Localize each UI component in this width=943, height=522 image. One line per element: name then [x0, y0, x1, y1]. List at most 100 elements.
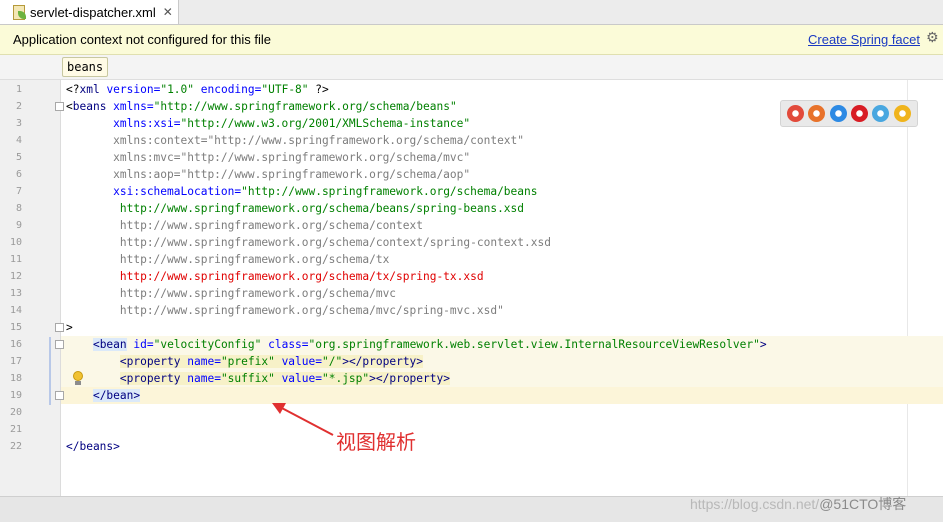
- code-line[interactable]: 11 http://www.springframework.org/schema…: [0, 251, 943, 268]
- breadcrumb: beans: [0, 55, 943, 80]
- code-text: <property name="prefix" value="/"></prop…: [66, 353, 424, 370]
- code-token: "http://www.springframework.org/schema/b…: [241, 185, 538, 198]
- lightbulb-icon[interactable]: [72, 371, 84, 386]
- line-number: 17: [9, 356, 22, 367]
- code-token: name=: [180, 355, 221, 368]
- code-line[interactable]: 9 http://www.springframework.org/schema/…: [0, 217, 943, 234]
- code-token: value=: [274, 372, 322, 385]
- fold-marker-icon[interactable]: [55, 340, 64, 349]
- chrome-canary-icon[interactable]: [893, 105, 911, 122]
- line-number: 2: [15, 101, 22, 112]
- code-text: <bean id="velocityConfig" class="org.spr…: [66, 336, 767, 353]
- code-token: xmlns:mvc="http://www.springframework.or…: [66, 151, 471, 164]
- breadcrumb-item-beans[interactable]: beans: [62, 57, 109, 77]
- ie-icon[interactable]: [872, 105, 890, 122]
- code-token: "velocityConfig": [153, 338, 262, 351]
- code-text: >: [66, 319, 73, 336]
- code-token: xmlns=: [106, 100, 154, 113]
- code-line[interactable]: 6 xmlns:aop="http://www.springframework.…: [0, 166, 943, 183]
- code-line[interactable]: 18 <property name="suffix" value="*.jsp"…: [10, 370, 943, 387]
- code-line[interactable]: 15 >: [0, 319, 943, 336]
- code-line[interactable]: 21: [0, 421, 943, 438]
- code-token: "1.0": [160, 83, 195, 96]
- code-line[interactable]: 4 xmlns:context="http://www.springframew…: [0, 132, 943, 149]
- code-line[interactable]: 20: [0, 404, 943, 421]
- line-number: 19: [9, 390, 22, 401]
- watermark: https://blog.csdn.net/@51CTO博客: [690, 494, 906, 514]
- code-token: ></property>: [342, 355, 424, 368]
- notification-banner: Application context not configured for t…: [0, 25, 943, 55]
- code-text: http://www.springframework.org/schema/co…: [66, 217, 423, 234]
- code-text: <?xml version="1.0" encoding="UTF-8" ?>: [66, 81, 329, 98]
- code-line[interactable]: 22 </beans>: [0, 438, 943, 455]
- code-token: <?: [66, 83, 80, 96]
- spring-xml-file-icon: [12, 5, 26, 20]
- code-line[interactable]: 1 <?xml version="1.0" encoding="UTF-8" ?>: [0, 81, 943, 98]
- code-line[interactable]: 17 <property name="prefix" value="/"></p…: [10, 353, 943, 370]
- code-line[interactable]: 7 xsi:schemaLocation="http://www.springf…: [0, 183, 943, 200]
- line-number: 5: [15, 152, 22, 163]
- line-number: 1: [15, 84, 22, 95]
- safari-icon[interactable]: [829, 105, 847, 122]
- create-spring-facet-link[interactable]: Create Spring facet: [808, 32, 920, 47]
- fold-marker-icon[interactable]: [55, 323, 64, 332]
- fold-marker-icon[interactable]: [55, 102, 64, 111]
- line-number: 3: [15, 118, 22, 129]
- code-token: version=: [99, 83, 161, 96]
- firefox-icon[interactable]: [808, 105, 826, 122]
- banner-message: Application context not configured for t…: [13, 32, 271, 47]
- fold-marker-icon[interactable]: [55, 391, 64, 400]
- code-text: http://www.springframework.org/schema/tx…: [66, 268, 484, 285]
- code-text: http://www.springframework.org/schema/mv…: [66, 302, 504, 319]
- opera-icon[interactable]: [851, 105, 869, 122]
- line-number: 22: [9, 441, 22, 452]
- code-line[interactable]: 19 </bean>: [10, 387, 943, 404]
- line-number: 7: [15, 186, 22, 197]
- code-line[interactable]: 10 http://www.springframework.org/schema…: [0, 234, 943, 251]
- line-number: 14: [9, 305, 22, 316]
- line-number: 21: [9, 424, 22, 435]
- chrome-icon[interactable]: [787, 105, 805, 122]
- code-text: http://www.springframework.org/schema/be…: [66, 200, 524, 217]
- code-token: >: [759, 338, 767, 351]
- code-token: xsi:schemaLocation=: [66, 185, 242, 198]
- code-token: xmlns:context="http://www.springframewor…: [66, 134, 525, 147]
- code-line[interactable]: 5 xmlns:mvc="http://www.springframework.…: [0, 149, 943, 166]
- code-token: "/": [321, 355, 343, 368]
- code-token: http://www.springframework.org/schema/tx…: [66, 270, 484, 283]
- code-token: <property: [119, 372, 181, 385]
- tab-servlet-dispatcher[interactable]: servlet-dispatcher.xml ✕: [0, 0, 179, 24]
- line-number: 15: [9, 322, 22, 333]
- code-token: ></property>: [369, 372, 450, 385]
- tab-label: servlet-dispatcher.xml: [30, 4, 156, 20]
- code-token: beans: [72, 100, 107, 113]
- code-line[interactable]: 16 <bean id="velocityConfig" class="org.…: [10, 336, 943, 353]
- code-token: xmlns:xsi=: [66, 117, 181, 130]
- code-token: <: [66, 100, 73, 113]
- code-token: http://www.springframework.org/schema/tx: [66, 253, 390, 266]
- line-number: 11: [9, 254, 22, 265]
- code-token: <bean: [92, 338, 127, 351]
- line-number: 16: [9, 339, 22, 350]
- code-token: encoding=: [194, 83, 262, 96]
- watermark-brand: @51CTO博客: [819, 496, 907, 512]
- code-line[interactable]: 8 http://www.springframework.org/schema/…: [0, 200, 943, 217]
- code-line[interactable]: 12 http://www.springframework.org/schema…: [0, 268, 943, 285]
- close-icon[interactable]: ✕: [163, 5, 173, 19]
- code-line[interactable]: 13 http://www.springframework.org/schema…: [0, 285, 943, 302]
- block-indicator: [49, 337, 51, 405]
- code-text: http://www.springframework.org/schema/tx: [66, 251, 389, 268]
- gear-icon[interactable]: ⚙: [926, 30, 939, 46]
- line-number: 18: [9, 373, 22, 384]
- code-text: xsi:schemaLocation="http://www.springfra…: [66, 183, 538, 200]
- browser-preview-toolbar: [780, 100, 918, 127]
- code-token: xmlns:aop="http://www.springframework.or…: [66, 168, 471, 181]
- code-token: http://www.springframework.org/schema/co…: [66, 219, 423, 232]
- code-token: name=: [180, 372, 221, 385]
- line-number: 20: [9, 407, 22, 418]
- code-token: >: [66, 321, 73, 334]
- code-token: http://www.springframework.org/schema/mv…: [66, 287, 397, 300]
- code-line[interactable]: 14 http://www.springframework.org/schema…: [0, 302, 943, 319]
- code-text: <beans xmlns="http://www.springframework…: [66, 98, 457, 115]
